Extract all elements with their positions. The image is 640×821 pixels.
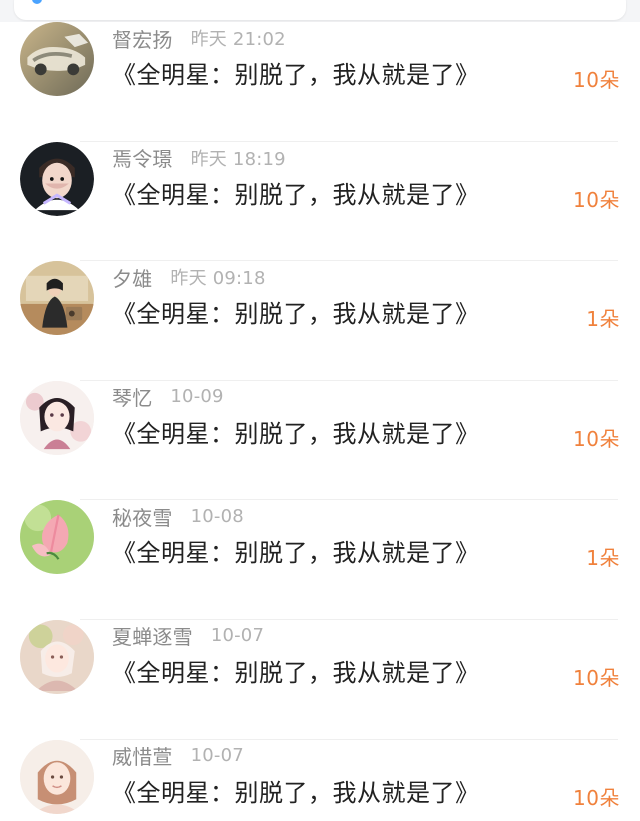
sender-name: 琴忆 [112, 386, 153, 411]
message-text: 《全明星：别脱了，我从就是了》 [112, 61, 480, 89]
message-meta: 焉令璟 昨天 18:19 [112, 144, 286, 172]
timestamp: 10-07 [190, 745, 244, 767]
sender-name: 焉令璟 [112, 147, 173, 172]
lotus-avatar-icon[interactable] [20, 500, 94, 575]
portrait-girl-avatar-icon[interactable] [20, 739, 94, 814]
message-text: 《全明星：别脱了，我从就是了》 [112, 539, 480, 568]
list-item[interactable]: 琴忆 10-09 《全明星：别脱了，我从就是了》 10朵 [0, 380, 640, 501]
floral-girl-avatar-icon[interactable] [20, 619, 94, 694]
message-text: 《全明星：别脱了，我从就是了》 [112, 180, 480, 209]
flower-count: 10朵 [573, 426, 620, 451]
message-list-screen: 督宏扬 昨天 21:02 《全明星：别脱了，我从就是了》 10朵 焉令璟 昨天 … [0, 0, 640, 821]
list-item[interactable]: 威惜萱 10-07 《全明星：别脱了，我从就是了》 10朵 [0, 739, 640, 821]
flower-count: 10朵 [573, 665, 620, 690]
timestamp: 昨天 18:19 [190, 148, 286, 170]
anime-boy-avatar-icon[interactable] [20, 141, 94, 216]
list-item[interactable]: 秘夜雪 10-08 《全明星：别脱了，我从就是了》 1朵 [0, 500, 640, 620]
flower-count: 10朵 [573, 68, 620, 92]
message-text: 《全明星：别脱了，我从就是了》 [112, 419, 480, 448]
sender-name: 督宏扬 [112, 27, 173, 52]
message-meta: 秘夜雪 10-08 [112, 502, 244, 530]
top-card [14, 0, 626, 20]
message-meta: 夏蝉逐雪 10-07 [112, 622, 264, 650]
timestamp: 10-08 [190, 505, 244, 527]
message-list: 督宏扬 昨天 21:02 《全明星：别脱了，我从就是了》 10朵 焉令璟 昨天 … [0, 22, 640, 821]
message-text: 《全明星：别脱了，我从就是了》 [112, 658, 480, 687]
timestamp: 10-07 [210, 625, 265, 647]
message-meta: 督宏扬 昨天 21:02 [112, 24, 286, 52]
vintage-woman-avatar-icon[interactable] [20, 261, 94, 336]
top-bar [0, 0, 640, 22]
list-item[interactable]: 督宏扬 昨天 21:02 《全明星：别脱了，我从就是了》 10朵 [0, 22, 640, 142]
list-item[interactable]: 夕雄 昨天 09:18 《全明星：别脱了，我从就是了》 1朵 [0, 261, 640, 381]
sender-name: 夕雄 [112, 266, 153, 291]
flower-count: 10朵 [573, 785, 620, 810]
timestamp: 10-09 [170, 386, 224, 408]
message-text: 《全明星：别脱了，我从就是了》 [112, 300, 480, 329]
flower-count: 1朵 [586, 307, 620, 332]
sender-name: 夏蝉逐雪 [112, 625, 193, 650]
message-meta: 威惜萱 10-07 [112, 742, 244, 770]
message-meta: 琴忆 10-09 [112, 383, 224, 411]
sender-name: 秘夜雪 [112, 505, 173, 530]
sender-name: 威惜萱 [112, 745, 173, 770]
message-text: 《全明星：别脱了，我从就是了》 [112, 778, 480, 807]
timestamp: 昨天 09:18 [170, 268, 266, 290]
anime-girl-avatar-icon[interactable] [20, 380, 94, 455]
timestamp: 昨天 21:02 [190, 29, 286, 50]
message-meta: 夕雄 昨天 09:18 [112, 263, 266, 291]
flower-count: 10朵 [573, 187, 620, 212]
flower-count: 1朵 [586, 546, 620, 571]
list-item[interactable]: 焉令璟 昨天 18:19 《全明星：别脱了，我从就是了》 10朵 [0, 141, 640, 262]
vintage-car-avatar-icon[interactable] [20, 22, 94, 96]
list-item[interactable]: 夏蝉逐雪 10-07 《全明星：别脱了，我从就是了》 10朵 [0, 619, 640, 740]
